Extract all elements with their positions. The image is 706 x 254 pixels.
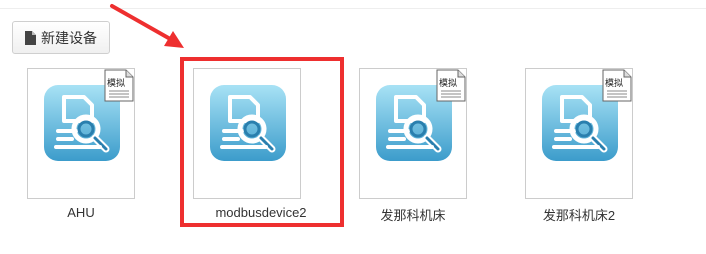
device-card-fanuc-machine-2[interactable]: 模拟 (525, 68, 633, 199)
device-name[interactable]: 发那科机床 (343, 205, 483, 224)
device-card-ahu[interactable]: 模拟 (27, 68, 135, 199)
device-name[interactable]: modbusdevice2 (191, 205, 331, 220)
device-search-icon (210, 85, 286, 161)
simulated-badge-icon: 模拟 (436, 69, 466, 102)
svg-text:模拟: 模拟 (605, 77, 623, 89)
device-name[interactable]: AHU (11, 205, 151, 220)
simulated-badge-icon: 模拟 (602, 69, 632, 102)
device-card-fanuc-machine[interactable]: 模拟 (359, 68, 467, 199)
new-device-button[interactable]: 新建设备 (12, 21, 110, 54)
device-card-modbusdevice2[interactable] (193, 68, 301, 199)
svg-text:模拟: 模拟 (439, 77, 457, 89)
svg-text:模拟: 模拟 (107, 77, 125, 89)
top-divider (0, 8, 706, 9)
simulated-badge-icon: 模拟 (104, 69, 134, 102)
new-device-label: 新建设备 (41, 29, 97, 46)
file-icon (25, 30, 36, 45)
device-name[interactable]: 发那科机床2 (509, 205, 649, 224)
